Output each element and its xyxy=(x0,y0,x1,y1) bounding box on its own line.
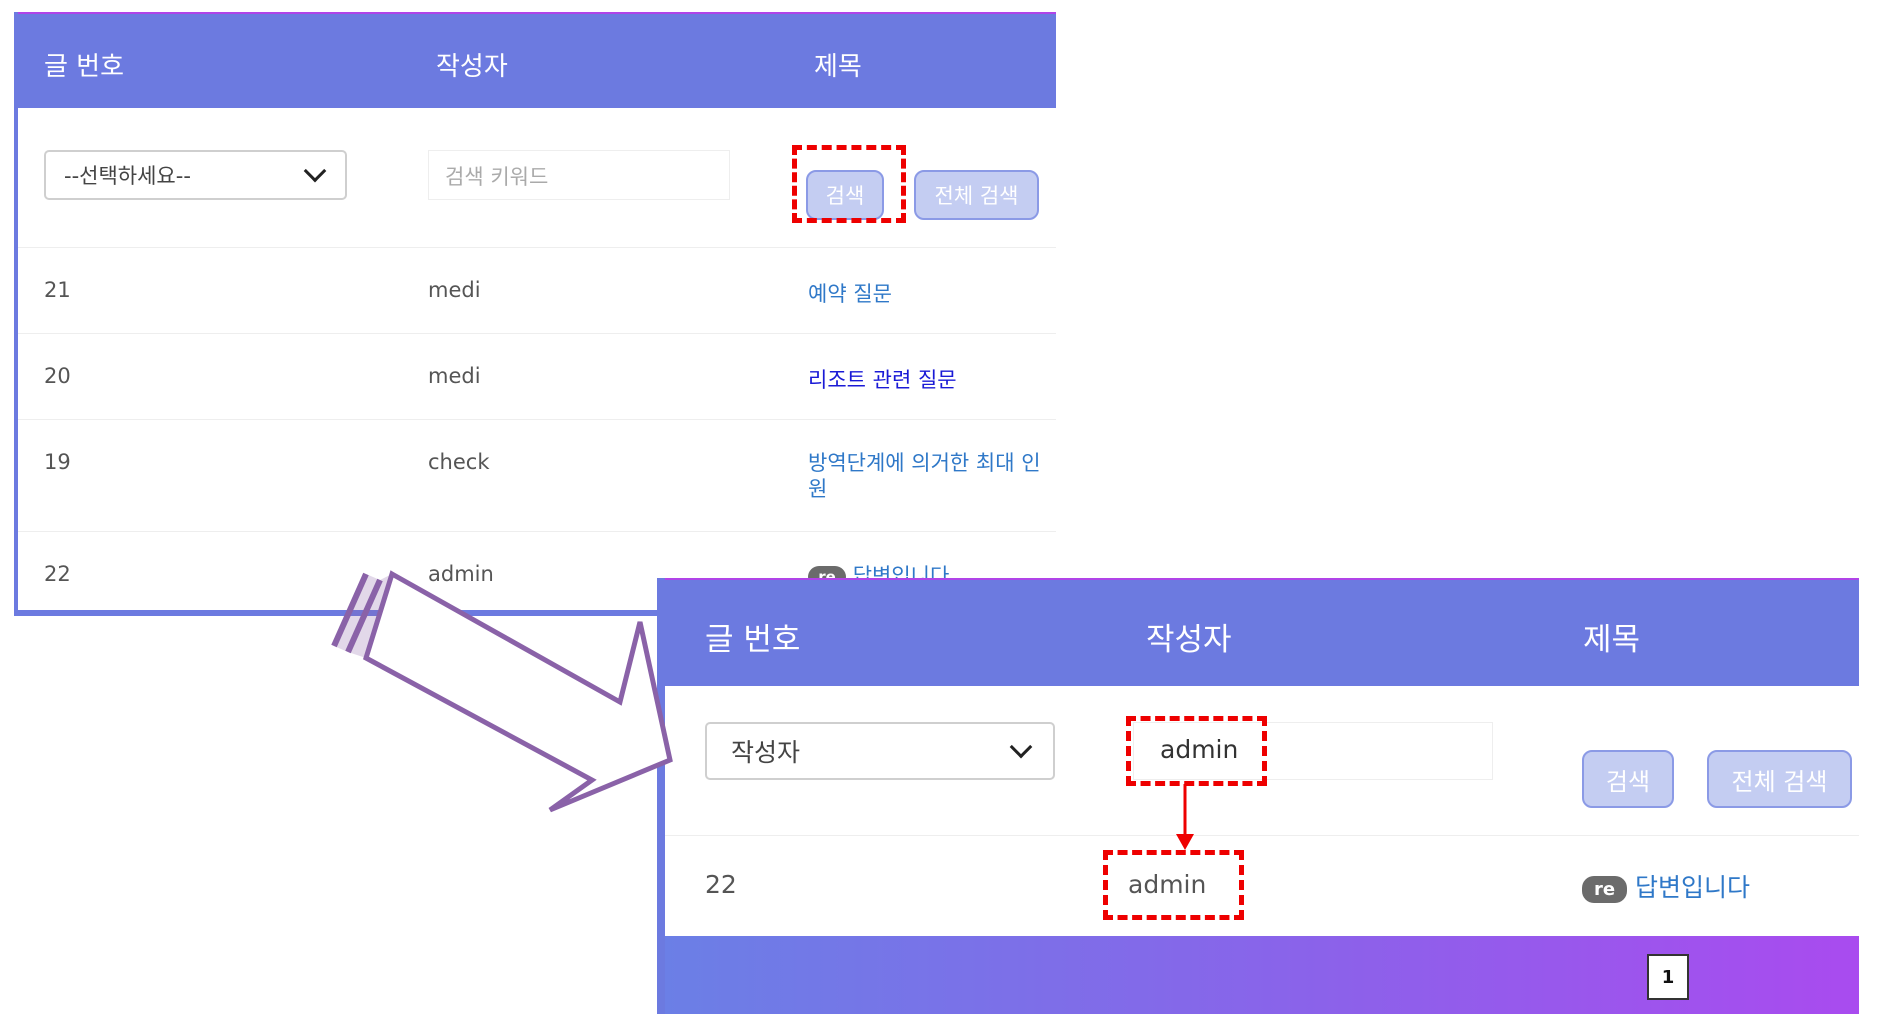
select-value: 작성자 xyxy=(731,738,801,767)
search-row: --선택하세요-- 검색 키워드 검색 전체 검색 xyxy=(18,108,1056,248)
select-value: --선택하세요-- xyxy=(64,164,191,188)
table-row[interactable]: 20 medi 리조트 관련 질문 xyxy=(18,334,1056,420)
row-no: 22 xyxy=(705,870,737,899)
table-row[interactable]: 21 medi 예약 질문 xyxy=(18,248,1056,334)
table-row[interactable]: 19 check 방역단계에 의거한 최대 인원 xyxy=(18,420,1056,532)
pagination-bar: 1 xyxy=(665,936,1859,1014)
row-writer: medi xyxy=(428,364,481,388)
page-button[interactable]: 1 xyxy=(1647,954,1689,1000)
header-title: 제목 xyxy=(1583,622,1641,658)
header-writer: 작성자 xyxy=(436,52,508,82)
row-title: re 답변입니다 xyxy=(1582,868,1750,904)
header-title: 제목 xyxy=(814,52,862,82)
search-button[interactable]: 검색 xyxy=(1582,750,1674,808)
board-after-search: 글 번호 작성자 제목 작성자 admin 검색 전체 검색 22 admin … xyxy=(657,578,1859,1014)
chevron-down-icon xyxy=(1009,735,1033,759)
transition-arrow-icon xyxy=(331,570,673,813)
row-writer: admin xyxy=(1128,870,1207,899)
header-writer: 작성자 xyxy=(1146,622,1232,658)
keyword-value: admin xyxy=(1160,735,1239,764)
search-button[interactable]: 검색 xyxy=(806,170,884,220)
keyword-placeholder: 검색 키워드 xyxy=(445,165,549,189)
search-keyword-input[interactable]: 검색 키워드 xyxy=(428,150,730,200)
table-header: 글 번호 작성자 제목 xyxy=(18,12,1056,108)
header-no: 글 번호 xyxy=(44,52,125,82)
row-title-link[interactable]: 예약 질문 xyxy=(808,278,892,308)
row-no: 22 xyxy=(44,562,71,586)
search-type-select[interactable]: 작성자 xyxy=(705,722,1055,780)
reply-badge: re xyxy=(1582,875,1627,903)
board-before-search: 글 번호 작성자 제목 --선택하세요-- 검색 키워드 검색 전체 검색 21… xyxy=(14,12,1056,616)
all-search-button[interactable]: 전체 검색 xyxy=(914,170,1039,220)
header-no: 글 번호 xyxy=(705,622,801,658)
search-type-select[interactable]: --선택하세요-- xyxy=(44,150,347,200)
table-header: 글 번호 작성자 제목 xyxy=(665,578,1859,686)
row-no: 20 xyxy=(44,364,71,388)
row-title-link[interactable]: 방역단계에 의거한 최대 인원 xyxy=(808,450,1042,502)
row-title-link[interactable]: 답변입니다 xyxy=(1635,873,1750,902)
result-arrow xyxy=(1176,784,1194,850)
row-no: 19 xyxy=(44,450,71,474)
row-writer: medi xyxy=(428,278,481,302)
table-row[interactable]: 22 admin re 답변입니다 xyxy=(665,836,1859,936)
chevron-down-icon xyxy=(303,159,327,183)
search-keyword-input[interactable]: admin xyxy=(1133,722,1493,780)
row-no: 21 xyxy=(44,278,71,302)
row-writer: check xyxy=(428,450,490,474)
all-search-button[interactable]: 전체 검색 xyxy=(1707,750,1852,808)
search-row: 작성자 admin 검색 전체 검색 xyxy=(665,686,1859,836)
row-title-link[interactable]: 리조트 관련 질문 xyxy=(808,364,957,394)
